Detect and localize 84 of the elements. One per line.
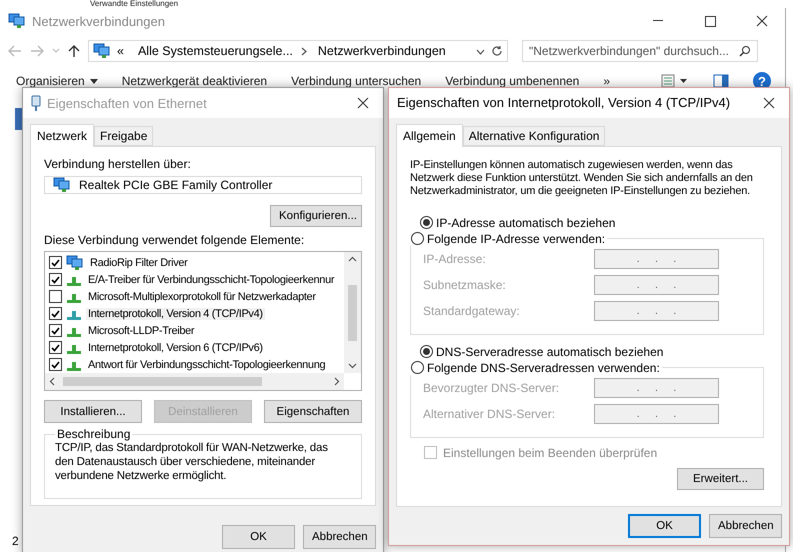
tab[interactable]: Alternative Konfiguration — [462, 126, 606, 146]
checkbox[interactable] — [49, 324, 62, 337]
cancel-button[interactable]: Abbrechen — [709, 514, 782, 538]
radio-button[interactable] — [411, 232, 424, 246]
scroll-right-icon — [332, 377, 341, 386]
status-text: 2 — [12, 534, 19, 548]
field-label: Bevorzugter DNS-Server: — [423, 380, 560, 395]
ok-button[interactable]: OK — [222, 525, 295, 549]
preview-pane-icon[interactable] — [713, 74, 729, 88]
tab[interactable]: Netzwerk — [30, 124, 94, 147]
refresh-icon[interactable] — [491, 45, 503, 57]
adapter-icon — [66, 254, 84, 270]
adapter-field: Realtek PCIe GBE Family Controller — [44, 176, 362, 194]
ok-button[interactable]: OK — [628, 514, 701, 538]
toolbar-menu[interactable]: Organisieren — [16, 74, 98, 88]
network-item-icon — [15, 108, 22, 130]
field-label: Alternativer DNS-Server: — [423, 406, 556, 421]
advanced-button[interactable]: Erweitert... — [677, 468, 764, 490]
field-label: Subnetzmaske: — [423, 278, 506, 292]
list-item[interactable]: Internetprotokoll, Version 6 (TCP/IPv6) — [86, 342, 265, 354]
breadcrumb[interactable]: Netzwerkverbindungen — [318, 44, 446, 58]
toolbar-button[interactable]: » — [603, 74, 610, 88]
network-folder-icon — [8, 13, 26, 29]
radio-option[interactable]: IP-Adresse automatisch beziehen — [420, 216, 768, 230]
dialog-title: Eigenschaften von Ethernet — [47, 96, 207, 110]
connect-label: Verbindung herstellen über: — [44, 157, 192, 171]
list-action-button[interactable]: Eigenschaften — [264, 400, 362, 423]
checkbox[interactable] — [49, 358, 62, 371]
radio-option[interactable]: Folgende DNS-Serveradressen verwenden: — [411, 360, 660, 375]
checkbox[interactable] — [49, 307, 62, 320]
radio-option[interactable]: Folgende IP-Adresse verwenden: — [411, 232, 606, 246]
address-bar[interactable]: « Alle Systemsteuerungsele... Netzwerkverbindungen — [88, 40, 508, 62]
page-heading: Verwandte Einstellungen — [89, 0, 180, 8]
search-icon — [739, 45, 751, 57]
configure-button[interactable]: Konfigurieren... — [270, 205, 362, 227]
scroll-up-icon — [348, 255, 357, 264]
radio-button[interactable] — [420, 216, 433, 230]
list-item[interactable]: Microsoft-LLDP-Treiber — [86, 324, 196, 336]
elements-label: Diese Verbindung verwendet folgende Elemente: — [44, 233, 306, 247]
control-panel-icon — [93, 43, 111, 59]
intro-text: IP-Einstellungen können automatisch zugewiesen werden, wenn das Netzwerk diese Funktion unterstützt. Wenden Sie sich andernfalls an den Netzwerkadministrator, um die geeigneten IP-Einstellungen zu beziehen. — [410, 158, 754, 198]
horizontal-scrollbar[interactable] — [45, 373, 344, 390]
checkbox[interactable] — [49, 341, 62, 354]
list-item[interactable]: Internetprotokoll, Version 4 (TCP/IPv4) — [86, 308, 265, 320]
radio-button[interactable] — [411, 361, 424, 374]
description-text: TCP/IP, das Standardprotokoll für WAN-Netzwerke, das den Datenaustausch über verschiedene, miteinander verbundene Netzwerke ermöglicht. — [55, 441, 329, 483]
scroll-down-icon — [348, 361, 357, 370]
group-title: Beschreibung — [56, 427, 132, 441]
close-icon[interactable] — [756, 15, 768, 27]
breadcrumb[interactable]: Alle Systemsteuerungsele... — [138, 44, 293, 58]
adapter-icon — [53, 177, 71, 193]
close-icon[interactable] — [763, 96, 775, 109]
list-item[interactable]: Microsoft-Multiplexorprotokoll für Netzwerkadapter — [86, 290, 318, 302]
list-item[interactable]: E/A-Treiber für Verbindungsschicht-Topologieerkennur — [86, 274, 336, 286]
caret-icon — [90, 78, 98, 84]
scroll-left-icon — [48, 377, 57, 386]
checkbox[interactable] — [49, 256, 62, 269]
close-icon[interactable] — [357, 97, 369, 109]
scrollbar-thumb[interactable] — [63, 377, 262, 386]
checkbox[interactable] — [49, 290, 62, 303]
vertical-scrollbar[interactable] — [344, 252, 361, 373]
checkbox[interactable] — [49, 273, 62, 286]
ethernet-plug-icon — [31, 95, 41, 111]
toolbar-button[interactable]: Verbindung umbenennen — [445, 74, 580, 88]
list-action-button[interactable]: Installieren... — [44, 400, 142, 423]
cancel-button[interactable]: Abbrechen — [303, 525, 376, 549]
toolbar-button[interactable]: Verbindung untersuchen — [291, 74, 422, 88]
toolbar-button[interactable]: Netzwerkgerät deaktivieren — [122, 74, 268, 88]
up-icon[interactable] — [68, 44, 80, 58]
scrollbar-thumb[interactable] — [348, 284, 357, 340]
maximize-icon[interactable] — [704, 16, 716, 26]
field-label: IP-Adresse: — [423, 252, 486, 266]
tab[interactable]: Freigabe — [94, 126, 154, 146]
window-title: Netzwerkverbindungen — [32, 14, 165, 28]
field-label: Standardgateway: — [423, 304, 520, 318]
search-field[interactable]: "Netzwerkverbindungen" durchsuch... — [522, 40, 758, 62]
list-item[interactable]: Antwort für Verbindungsschicht-Topologieerkennung — [86, 358, 328, 370]
dialog-title: Eigenschaften von Internetprotokoll, Version 4 (TCP/IPv4) — [397, 95, 730, 110]
tab[interactable]: Allgemein — [396, 124, 463, 147]
list-item[interactable]: RadioRip Filter Driver — [88, 256, 190, 268]
radio-button[interactable] — [420, 345, 433, 358]
radio-option[interactable]: DNS-Serveradresse automatisch beziehen — [420, 344, 768, 359]
breadcrumb-overflow[interactable]: « — [117, 44, 124, 58]
minimize-icon[interactable] — [653, 20, 663, 22]
